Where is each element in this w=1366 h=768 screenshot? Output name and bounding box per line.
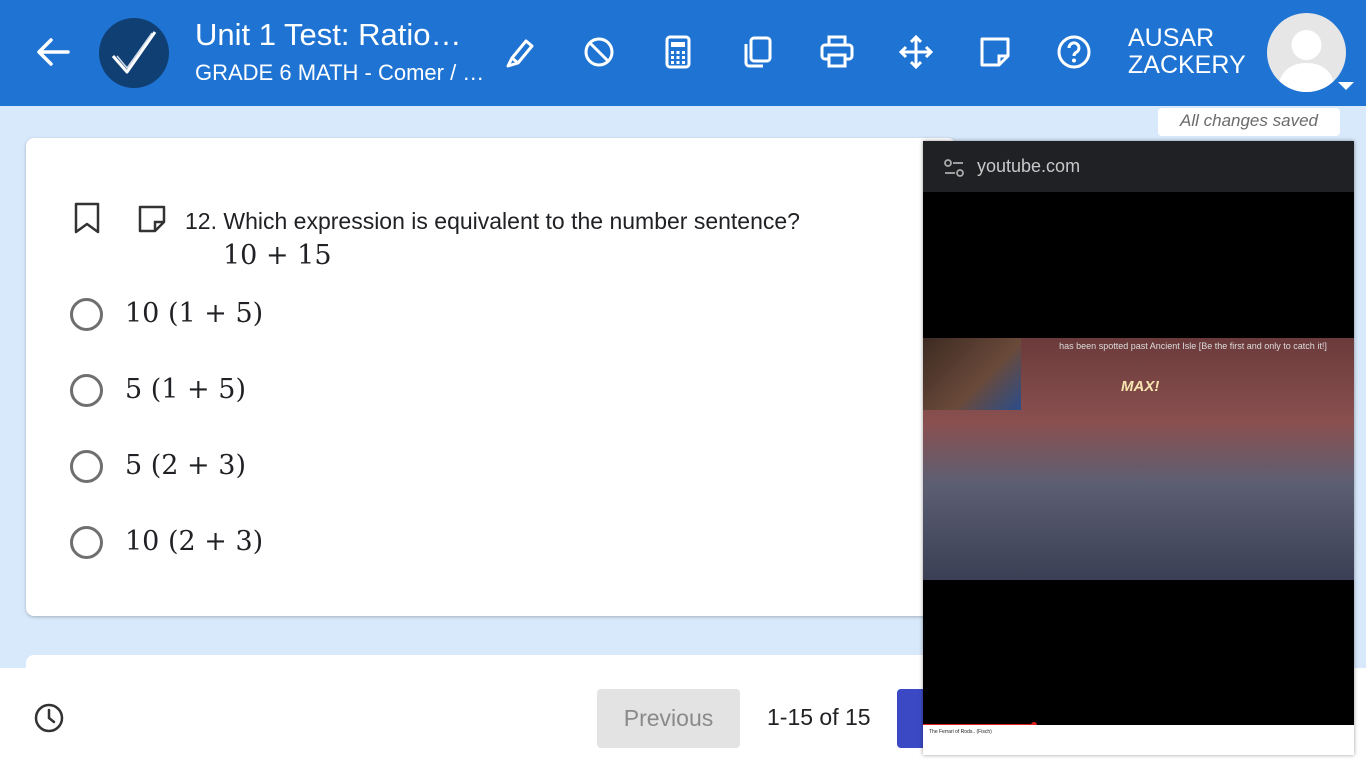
app-logo [99, 18, 169, 88]
sticky-note-icon[interactable] [976, 33, 1014, 71]
test-title: Unit 1 Test: Ratio… [195, 17, 462, 52]
save-status: All changes saved [1158, 108, 1340, 136]
video-caption: The Ferrari of Rods.. (Fisch) [929, 729, 992, 735]
checkmark-icon [111, 31, 157, 74]
chevron-down-icon[interactable] [1338, 82, 1354, 90]
radio-button[interactable] [70, 374, 103, 407]
page-count: 1-15 of 15 [767, 704, 871, 730]
clock-icon[interactable] [33, 702, 65, 734]
radio-button[interactable] [70, 450, 103, 483]
answer-option-label: 5 (1 + 5) [125, 374, 246, 405]
highlighter-icon[interactable] [500, 33, 538, 71]
print-icon[interactable] [818, 33, 856, 71]
site-settings-icon[interactable] [943, 157, 965, 179]
course-subtitle: GRADE 6 MATH - Comer / … [195, 60, 485, 85]
user-silhouette-icon [1277, 30, 1336, 92]
copy-icon[interactable] [739, 33, 777, 71]
question-expression: 10 + 15 [223, 240, 332, 271]
answer-option[interactable]: 5 (1 + 5) [70, 374, 470, 414]
user-last-name: ZACKERY [1128, 51, 1246, 79]
help-icon[interactable] [1055, 33, 1093, 71]
question-text: 12. Which expression is equivalent to th… [185, 208, 800, 234]
previous-button[interactable]: Previous [597, 689, 740, 748]
game-notification-text: has been spotted past Ancient Isle [Be t… [1059, 341, 1327, 351]
radio-button[interactable] [70, 298, 103, 331]
answer-option[interactable]: 5 (2 + 3) [70, 450, 470, 490]
bookmark-icon[interactable] [74, 202, 100, 234]
block-icon[interactable] [580, 33, 618, 71]
answer-option[interactable]: 10 (1 + 5) [70, 298, 470, 338]
video-url: youtube.com [977, 156, 1081, 176]
answer-option[interactable]: 10 (2 + 3) [70, 526, 470, 566]
radio-button[interactable] [70, 526, 103, 559]
note-icon[interactable] [137, 204, 167, 234]
video-info-bar: The Ferrari of Rods.. (Fisch) [923, 725, 1354, 755]
user-name[interactable]: AUSAR ZACKERY [1128, 25, 1246, 79]
answer-option-label: 5 (2 + 3) [125, 450, 246, 481]
user-first-name: AUSAR [1128, 24, 1215, 52]
answer-option-label: 10 (2 + 3) [125, 526, 264, 557]
move-icon[interactable] [897, 33, 935, 71]
video-frame[interactable]: has been spotted past Ancient Isle [Be t… [923, 338, 1354, 580]
max-label: MAX! [1121, 378, 1160, 395]
calculator-icon[interactable] [659, 33, 697, 71]
video-url-bar: youtube.com [923, 141, 1354, 192]
back-arrow-icon[interactable] [34, 33, 72, 71]
webcam-overlay [923, 338, 1021, 410]
answer-option-label: 10 (1 + 5) [125, 298, 264, 329]
video-overlay[interactable]: youtube.com has been spotted past Ancien… [923, 141, 1354, 755]
avatar[interactable] [1267, 13, 1346, 92]
